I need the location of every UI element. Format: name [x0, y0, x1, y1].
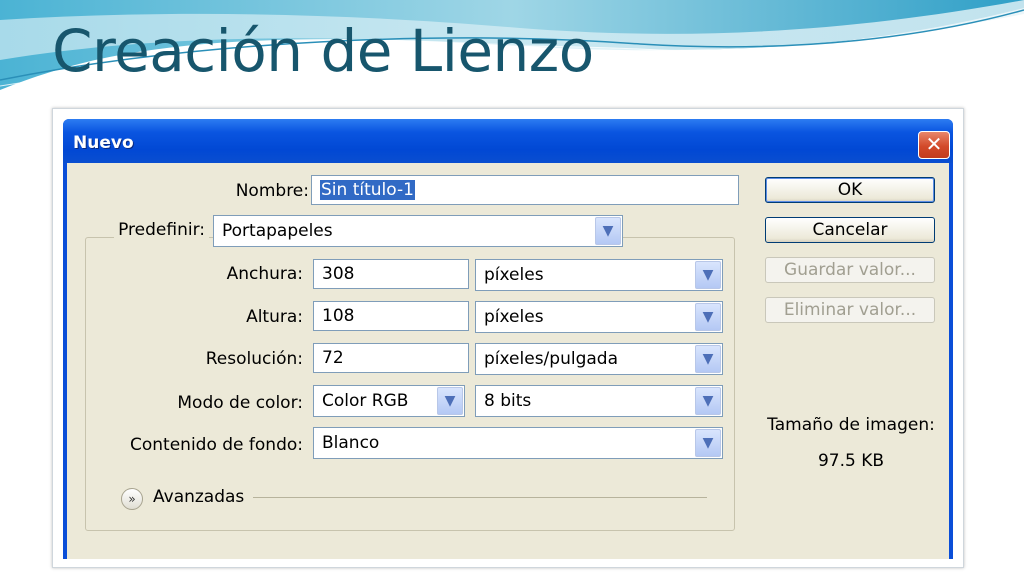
- chevron-down-icon[interactable]: ▼: [437, 387, 463, 415]
- resolution-unit-select[interactable]: píxeles/pulgada ▼: [475, 343, 723, 375]
- color-mode-value: Color RGB: [322, 391, 409, 411]
- preset-label: Predefinir:: [114, 220, 209, 240]
- dialog-titlebar[interactable]: Nuevo ✕: [63, 119, 953, 163]
- background-select[interactable]: Blanco ▼: [313, 427, 723, 459]
- name-input[interactable]: Sin título-1: [311, 175, 739, 205]
- color-mode-select[interactable]: Color RGB ▼: [313, 385, 465, 417]
- chevron-down-icon[interactable]: ▼: [695, 345, 721, 373]
- width-unit-select[interactable]: píxeles ▼: [475, 259, 723, 291]
- chevron-down-icon[interactable]: ▼: [695, 261, 721, 289]
- dialog-body: Nombre: Sin título-1 Predefinir: Portapa…: [67, 163, 949, 559]
- name-input-value: Sin título-1: [320, 180, 415, 200]
- preset-value: Portapapeles: [222, 221, 333, 241]
- image-size-label: Tamaño de imagen:: [767, 415, 935, 435]
- chevron-down-icon[interactable]: ▼: [695, 429, 721, 457]
- delete-preset-button[interactable]: Eliminar valor...: [765, 297, 935, 323]
- chevron-down-icon[interactable]: ▼: [695, 387, 721, 415]
- width-unit-value: píxeles: [484, 265, 544, 285]
- ok-button[interactable]: OK: [765, 177, 935, 203]
- background-label: Contenido de fondo:: [130, 435, 303, 455]
- chevron-down-icon[interactable]: ▼: [695, 303, 721, 331]
- close-icon: ✕: [925, 132, 943, 156]
- advanced-divider: [253, 497, 707, 498]
- width-input[interactable]: 308: [313, 259, 469, 289]
- bit-depth-select[interactable]: 8 bits ▼: [475, 385, 723, 417]
- new-document-dialog: Nuevo ✕ Nombre: Sin título-1 Predefinir:…: [63, 119, 953, 559]
- width-label: Anchura:: [226, 264, 303, 284]
- height-unit-select[interactable]: píxeles ▼: [475, 301, 723, 333]
- height-label: Altura:: [246, 307, 303, 327]
- resolution-unit-value: píxeles/pulgada: [484, 349, 618, 369]
- height-input[interactable]: 108: [313, 301, 469, 331]
- save-preset-button[interactable]: Guardar valor...: [765, 257, 935, 283]
- screenshot-frame: Nuevo ✕ Nombre: Sin título-1 Predefinir:…: [52, 108, 964, 568]
- background-value: Blanco: [322, 433, 380, 453]
- color-mode-label: Modo de color:: [177, 393, 303, 413]
- advanced-toggle-label[interactable]: Avanzadas: [153, 487, 244, 507]
- preset-select[interactable]: Portapapeles ▼: [213, 215, 623, 247]
- chevron-down-icon[interactable]: ▼: [595, 217, 621, 245]
- bit-depth-value: 8 bits: [484, 391, 532, 411]
- chevron-double-down-icon[interactable]: »: [121, 488, 143, 510]
- cancel-button[interactable]: Cancelar: [765, 217, 935, 243]
- slide-title: Creación de Lienzo: [52, 17, 594, 85]
- dialog-title: Nuevo: [73, 133, 134, 153]
- close-button[interactable]: ✕: [918, 131, 950, 159]
- resolution-input[interactable]: 72: [313, 343, 469, 373]
- image-size-value: 97.5 KB: [817, 451, 885, 471]
- name-label: Nombre:: [235, 181, 309, 201]
- height-unit-value: píxeles: [484, 307, 544, 327]
- resolution-label: Resolución:: [205, 349, 303, 369]
